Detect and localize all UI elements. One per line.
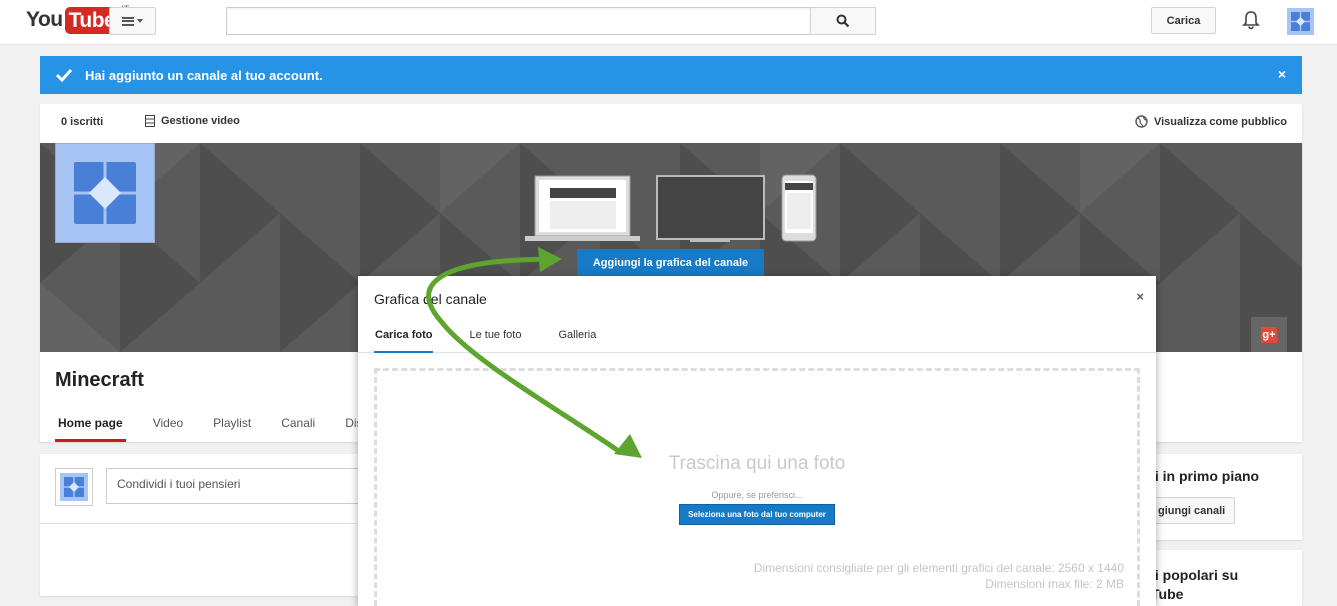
- size-requirements: Dimensioni consigliate per gli elementi …: [754, 560, 1124, 592]
- notifications-bell-icon[interactable]: [1240, 9, 1262, 31]
- select-photo-button[interactable]: Seleziona una foto dal tuo computer: [679, 504, 835, 525]
- view-as-public-label: Visualizza come pubblico: [1153, 115, 1287, 128]
- dialog-tabs: Carica foto Le tue foto Galleria: [358, 324, 1156, 353]
- channel-avatar[interactable]: [55, 143, 155, 243]
- account-avatar[interactable]: [1287, 8, 1314, 35]
- popular-channels-panel: li popolari su Tube: [1155, 550, 1302, 606]
- globe-icon: [1135, 115, 1148, 128]
- add-channels-button[interactable]: giungi canali: [1155, 497, 1235, 524]
- manage-videos-label: Gestione video: [161, 115, 240, 127]
- photo-dropzone[interactable]: Trascina qui una foto Oppure, se preferi…: [374, 368, 1140, 606]
- feed-avatar-image: [60, 473, 88, 501]
- tab-gallery[interactable]: Galleria: [557, 324, 597, 353]
- logo-you-text: You: [26, 8, 63, 31]
- feed-divider: [40, 523, 358, 524]
- youtube-logo[interactable]: You Tube IT: [26, 4, 129, 34]
- tab-video[interactable]: Video: [150, 408, 186, 442]
- featured-channels-title: li in primo piano: [1155, 468, 1260, 484]
- popular-channels-title: li popolari su Tube: [1155, 567, 1239, 602]
- alert-message: Hai aggiunto un canale al tuo account.: [85, 67, 323, 83]
- feed-avatar-icon: [64, 477, 84, 497]
- share-thoughts-input[interactable]: Condividi i tuoi pensieri: [106, 468, 366, 504]
- feed-avatar: [55, 468, 93, 506]
- drop-photo-text: Trascina qui una foto: [668, 453, 846, 474]
- search-button[interactable]: [810, 7, 876, 35]
- tab-channels[interactable]: Canali: [278, 408, 318, 442]
- chevron-down-icon: [137, 19, 143, 23]
- checkmark-icon: [55, 68, 73, 83]
- video-manager-icon: [145, 115, 155, 127]
- alert-close-button[interactable]: ×: [1278, 66, 1286, 82]
- or-text: Oppure, se preferisci...: [711, 490, 803, 500]
- subscriber-count[interactable]: 0 iscritti: [61, 116, 103, 128]
- search-input[interactable]: [226, 7, 811, 35]
- tab-home[interactable]: Home page: [55, 408, 126, 442]
- guide-menu-button[interactable]: [109, 7, 156, 35]
- add-channel-art-button[interactable]: Aggiungi la grafica del canale: [577, 249, 764, 277]
- search-icon: [836, 14, 850, 28]
- dialog-title: Grafica del canale: [374, 291, 487, 307]
- channel-art-dialog: Grafica del canale × Carica foto Le tue …: [358, 276, 1156, 606]
- channel-tabs: Home page Video Playlist Canali Dis: [55, 408, 390, 442]
- channel-name: Minecraft: [55, 369, 144, 391]
- masthead: You Tube IT Carica: [0, 0, 1337, 45]
- tab-your-photos[interactable]: Le tue foto: [468, 324, 522, 353]
- channel-topbar: 0 iscritti Gestione video Visualizza com…: [40, 104, 1302, 143]
- manage-videos-link[interactable]: Gestione video: [145, 115, 240, 127]
- channel-feed: Condividi i tuoi pensieri: [40, 454, 366, 596]
- hamburger-icon: [122, 16, 134, 26]
- tab-upload-photo[interactable]: Carica foto: [374, 324, 434, 353]
- upload-button[interactable]: Carica: [1151, 7, 1216, 34]
- featured-channels-panel: li in primo piano giungi canali: [1155, 454, 1302, 540]
- avatar-icon: [1291, 12, 1310, 31]
- dialog-close-button[interactable]: ×: [1136, 289, 1144, 304]
- channel-avatar-icon: [74, 162, 136, 224]
- google-plus-icon: g+: [1261, 327, 1277, 343]
- google-plus-link[interactable]: g+: [1251, 317, 1287, 352]
- tab-playlist[interactable]: Playlist: [210, 408, 254, 442]
- success-alert: Hai aggiunto un canale al tuo account. ×: [40, 56, 1302, 94]
- view-as-public-link[interactable]: Visualizza come pubblico: [1135, 115, 1287, 128]
- recommended-size-text: Dimensioni consigliate per gli elementi …: [753, 561, 1124, 575]
- max-file-size-text: Dimensioni max file: 2 MB: [985, 577, 1124, 591]
